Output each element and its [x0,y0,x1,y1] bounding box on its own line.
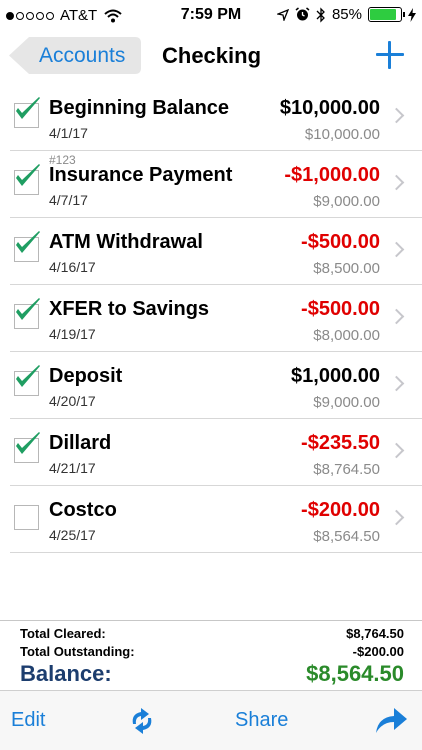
location-arrow-icon [276,8,289,21]
transaction-name: Dillard [49,432,112,454]
battery-icon [368,7,405,22]
share-button[interactable]: Share [235,709,288,732]
sync-icon[interactable] [126,705,158,737]
transaction-row[interactable]: Dillard 4/21/17 -$235.50 $8,764.50 [0,419,422,486]
transaction-row[interactable]: Costco 4/25/17 -$200.00 $8,564.50 [0,486,422,553]
transaction-name: Costco [49,499,117,521]
total-outstanding-value: -$200.00 [352,644,404,659]
chevron-right-icon [388,375,405,392]
transaction-date: 4/21/17 [49,460,96,476]
running-balance: $9,000.00 [313,193,380,210]
charging-bolt-icon [408,7,416,22]
transaction-list: Beginning Balance 4/1/17 $10,000.00 $10,000… [0,84,422,553]
checkmark-icon [16,164,40,186]
balance-row: Balance: $8,564.50 [20,661,404,687]
transaction-date: 4/25/17 [49,527,96,543]
transaction-name: Beginning Balance [49,97,230,119]
status-bar: AT&T 7:59 PM 85% [0,0,422,30]
transaction-amount: $10,000.00 [279,97,380,119]
running-balance: $8,000.00 [313,327,380,344]
balance-label: Balance: [20,661,112,686]
transaction-row[interactable]: Beginning Balance 4/1/17 $10,000.00 $10,000… [0,84,422,151]
forward-arrow-icon[interactable] [374,705,408,735]
back-button-label: Accounts [39,44,126,67]
cleared-checkbox[interactable] [14,505,39,530]
total-cleared-value: $8,764.50 [346,626,404,641]
chevron-right-icon [388,174,405,191]
transaction-name: Insurance Payment [49,164,233,186]
running-balance: $8,764.50 [313,461,380,478]
running-balance: $8,564.50 [313,528,380,545]
transaction-amount: -$1,000.00 [284,164,380,186]
page-title: Checking [162,43,262,68]
transaction-amount: -$200.00 [301,499,380,521]
alarm-clock-icon [295,7,310,21]
checkmark-icon [16,365,40,387]
chevron-right-icon [388,442,405,459]
transaction-amount: -$500.00 [301,231,380,253]
transaction-row[interactable]: ATM Withdrawal 4/16/17 -$500.00 $8,500.00 [0,218,422,285]
transaction-name: XFER to Savings [49,298,210,320]
transaction-date: 4/20/17 [49,393,96,409]
edit-button[interactable]: Edit [11,709,45,732]
checkmark-icon [16,97,40,119]
accounts-back-button[interactable]: Accounts [9,37,141,74]
balance-value: $8,564.50 [306,661,404,686]
transaction-name: ATM Withdrawal [49,231,203,253]
running-balance: $9,000.00 [313,394,380,411]
checkmark-icon [16,432,40,454]
total-outstanding-row: Total Outstanding: -$200.00 [20,644,404,659]
add-transaction-button[interactable] [376,41,404,69]
transaction-date: 4/16/17 [49,259,96,275]
transaction-amount: -$500.00 [301,298,380,320]
checkmark-icon [16,231,40,253]
battery-percent: 85% [331,6,362,23]
running-balance: $8,500.00 [313,260,380,277]
running-balance: $10,000.00 [304,126,380,143]
transaction-name: Deposit [49,365,123,387]
transaction-date: 4/1/17 [49,125,88,141]
status-right: 85% [276,6,416,23]
checkmark-icon [16,298,40,320]
transaction-amount: $1,000.00 [291,365,380,387]
transaction-amount: -$235.50 [301,432,380,454]
total-outstanding-label: Total Outstanding: [20,644,135,659]
bluetooth-icon [316,6,325,23]
chevron-right-icon [388,509,405,526]
total-cleared-label: Total Cleared: [20,626,106,641]
transaction-row[interactable]: Deposit 4/20/17 $1,000.00 $9,000.00 [0,352,422,419]
transaction-row[interactable]: #123 Insurance Payment 4/7/17 -$1,000.00 $9,… [0,151,422,218]
transaction-date: 4/19/17 [49,326,96,342]
bottom-toolbar: Edit Share [0,690,422,750]
chevron-right-icon [388,241,405,258]
chevron-right-icon [388,107,405,124]
transaction-date: 4/7/17 [49,192,88,208]
account-summary: Total Cleared: $8,764.50 Total Outstandi… [0,620,422,690]
transaction-row[interactable]: XFER to Savings 4/19/17 -$500.00 $8,000.00 [0,285,422,352]
chevron-right-icon [388,308,405,325]
navigation-bar: Accounts Checking [0,30,422,84]
total-cleared-row: Total Cleared: $8,764.50 [20,626,404,641]
